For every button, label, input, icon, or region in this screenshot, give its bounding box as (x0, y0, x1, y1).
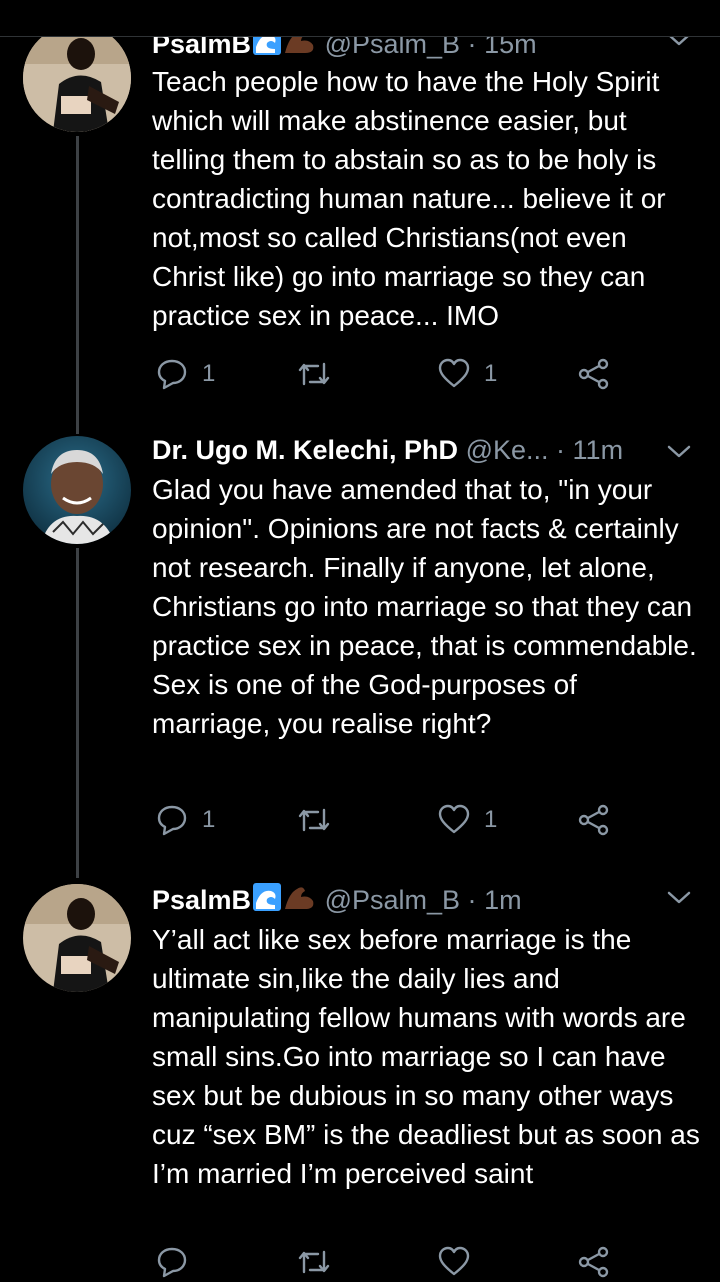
avatar[interactable] (23, 436, 131, 544)
retweet-icon (296, 1246, 332, 1278)
thread-line (76, 430, 79, 434)
retweet-icon (296, 804, 332, 836)
chevron-down-icon[interactable] (666, 890, 692, 911)
avatar[interactable] (23, 24, 131, 132)
tweet-header: Dr. Ugo M. Kelechi, PhD @Ke... · 11m (152, 432, 700, 468)
tweet-2[interactable]: Dr. Ugo M. Kelechi, PhD @Ke... · 11m Gla… (0, 430, 720, 878)
thread-line (76, 548, 79, 878)
reply-button[interactable]: 1 (156, 800, 215, 840)
display-name[interactable]: Dr. Ugo M. Kelechi, PhD (152, 435, 458, 465)
share-icon (578, 1246, 610, 1278)
wave-emoji-icon (253, 883, 282, 920)
heart-icon (438, 804, 470, 836)
share-button[interactable] (578, 800, 610, 840)
avatar-photo (23, 24, 131, 132)
like-count: 1 (484, 806, 498, 833)
like-button[interactable]: 1 (438, 800, 497, 840)
chevron-down-icon[interactable] (666, 444, 692, 465)
share-icon (578, 358, 610, 390)
heart-icon (438, 1246, 470, 1278)
action-bar: 1 1 (152, 800, 622, 840)
share-icon (578, 804, 610, 836)
tweet-text: Glad you have amended that to, "in your … (152, 474, 697, 739)
like-count: 1 (484, 360, 498, 387)
retweet-button[interactable] (296, 800, 346, 840)
separator-dot: · (556, 435, 566, 465)
heart-icon (438, 358, 470, 390)
retweet-button[interactable] (296, 354, 346, 394)
reply-count: 1 (202, 360, 216, 387)
thread-line (76, 136, 79, 430)
tweet-text: Teach people how to have the Holy Spirit… (152, 66, 674, 331)
retweet-icon (296, 358, 332, 390)
speech-bubble-icon (156, 1246, 188, 1278)
tweet-header: PsalmB @Psalm_B · 1m (152, 882, 700, 918)
share-button[interactable] (578, 1242, 610, 1282)
tweet-1[interactable]: PsalmB @Psalm_B · 15m Teach people how t… (0, 0, 720, 430)
share-button[interactable] (578, 354, 610, 394)
avatar[interactable] (23, 884, 131, 992)
avatar-photo (23, 884, 131, 992)
reply-button[interactable] (156, 1242, 202, 1282)
handle[interactable]: @Ke... (466, 435, 549, 465)
flexed-biceps-icon (283, 883, 317, 920)
handle[interactable]: @Psalm_B (325, 885, 460, 915)
separator-dot: · (467, 885, 477, 915)
like-button[interactable] (438, 1242, 484, 1282)
like-button[interactable]: 1 (438, 354, 497, 394)
reply-count: 1 (202, 806, 216, 833)
app-top-bar (0, 0, 720, 37)
tweet-3[interactable]: PsalmB @Psalm_B · 1m Y’all act like sex … (0, 878, 720, 1278)
timestamp[interactable]: 1m (484, 885, 522, 915)
display-name[interactable]: PsalmB (152, 885, 251, 915)
action-bar (152, 1242, 622, 1282)
tweet-text: Y’all act like sex before marriage is th… (152, 924, 708, 1189)
reply-button[interactable]: 1 (156, 354, 215, 394)
speech-bubble-icon (156, 358, 188, 390)
retweet-button[interactable] (296, 1242, 346, 1282)
action-bar: 1 1 (152, 354, 622, 394)
speech-bubble-icon (156, 804, 188, 836)
timestamp[interactable]: 11m (573, 435, 624, 465)
avatar-photo (23, 436, 131, 544)
